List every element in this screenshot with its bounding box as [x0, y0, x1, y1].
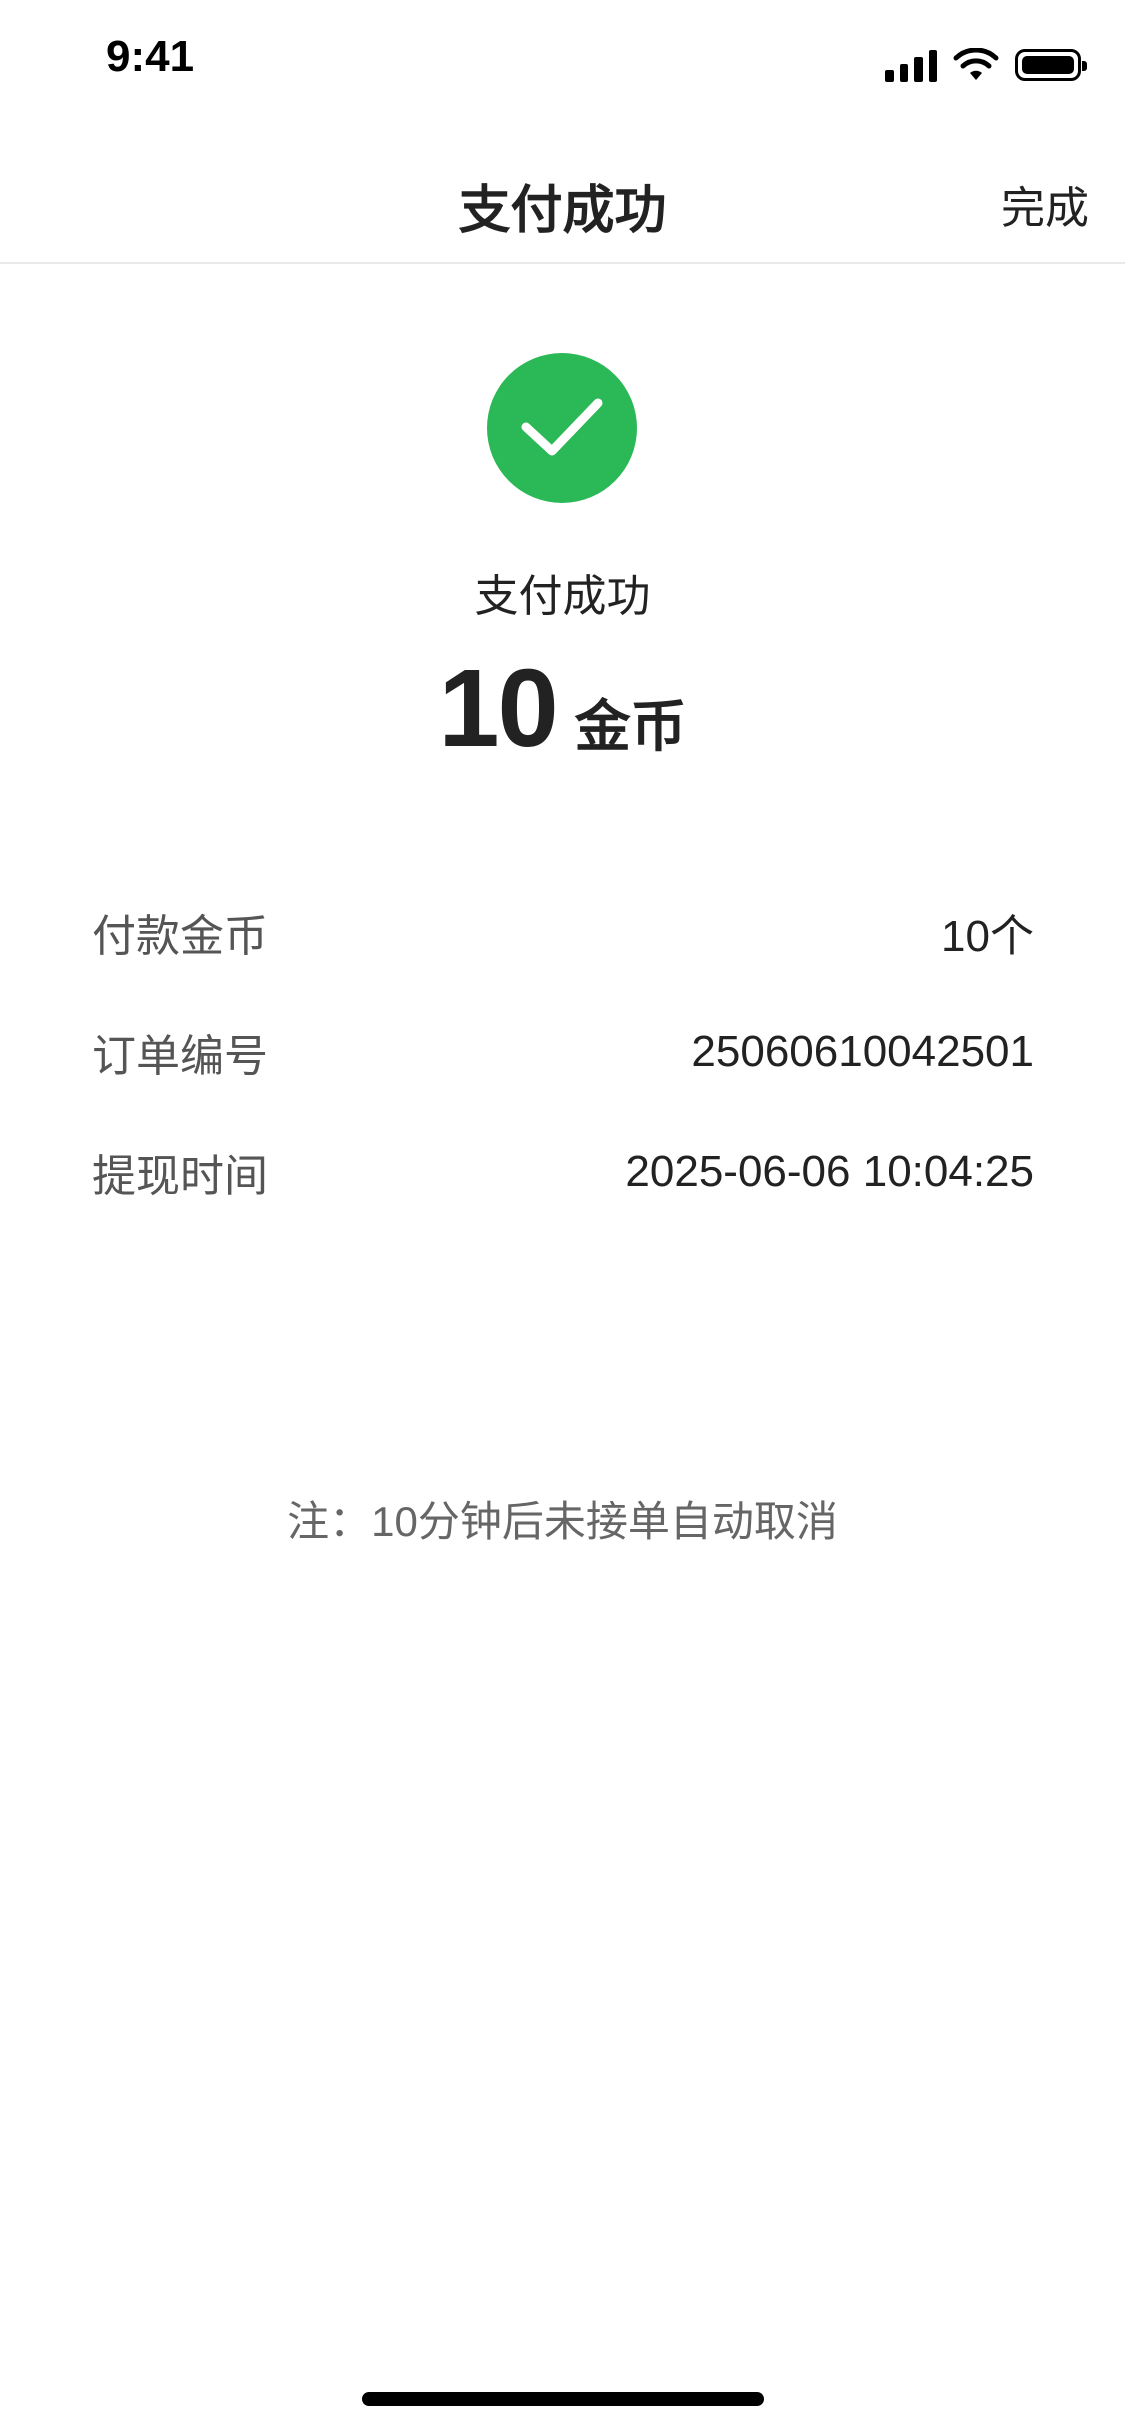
detail-label: 提现时间 — [92, 1152, 268, 1201]
detail-row-order-number: 订单编号 25060610042501 — [92, 1022, 1034, 1082]
detail-value: 25060610042501 — [691, 1027, 1034, 1076]
nav-bar: 支付成功 完成 — [0, 132, 1125, 264]
status-bar: 9:41 — [0, 0, 1125, 132]
success-check-icon — [487, 353, 637, 503]
detail-value: 10个 — [941, 912, 1034, 961]
battery-icon — [1015, 49, 1087, 81]
amount-unit: 金币 — [574, 695, 687, 758]
signal-icon — [885, 48, 937, 82]
home-indicator[interactable] — [362, 2392, 764, 2406]
success-status-text: 支付成功 — [474, 572, 651, 621]
status-icons — [885, 48, 1087, 82]
done-button[interactable]: 完成 — [1001, 172, 1089, 236]
paid-amount: 10 金币 — [0, 645, 1125, 772]
detail-row-payment-coins: 付款金币 10个 — [92, 902, 1034, 962]
detail-value: 2025-06-06 10:04:25 — [625, 1147, 1034, 1196]
cancellation-note: 注：10分钟后未接单自动取消 — [287, 1498, 838, 1545]
page-title: 支付成功 — [458, 182, 667, 240]
status-time: 9:41 — [106, 32, 195, 81]
detail-label: 付款金币 — [92, 912, 268, 961]
wifi-icon — [953, 48, 999, 82]
amount-number: 10 — [438, 647, 558, 770]
detail-label: 订单编号 — [92, 1032, 268, 1081]
detail-row-withdraw-time: 提现时间 2025-06-06 10:04:25 — [92, 1142, 1034, 1202]
